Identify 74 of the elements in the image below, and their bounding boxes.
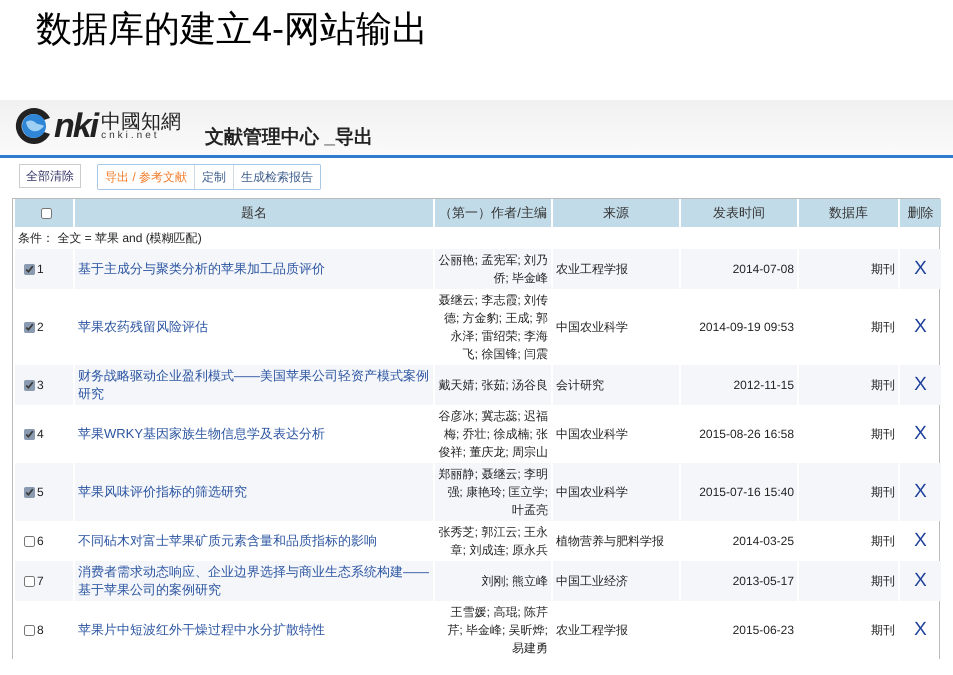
row-number: 7 [37, 574, 44, 588]
logo-domain: cnki.net [101, 131, 160, 141]
delete-link[interactable]: X [914, 374, 927, 394]
row-number: 4 [37, 427, 44, 441]
source-cell-text: 中国农业科学 [555, 426, 629, 443]
date-cell-text: 2015-08-26 16:58 [698, 426, 795, 443]
database-cell-text: 期刊 [870, 319, 896, 336]
page-title: 文献管理中心 _导出 [205, 126, 373, 150]
column-header: 来源 [553, 199, 679, 227]
source-cell: 农业工程学报 [553, 249, 679, 289]
date-cell-text: 2014-03-25 [732, 533, 795, 550]
logo-text: nki [54, 109, 98, 143]
row-number: 3 [37, 378, 44, 392]
row-checkbox[interactable] [24, 380, 35, 392]
date-cell: 2013-05-17 [681, 561, 797, 601]
database-cell: 期刊 [799, 561, 898, 601]
clear-all-button[interactable]: 全部清除 [19, 164, 81, 188]
date-cell-text: 2014-09-19 09:53 [698, 319, 795, 336]
date-cell-text: 2015-06-23 [732, 622, 795, 639]
database-cell-text: 期刊 [870, 622, 896, 639]
article-title-link[interactable]: 苹果片中短波红外干燥过程中水分扩散特性 [78, 621, 430, 639]
column-header: 删除 [900, 199, 941, 227]
source-cell-text: 植物营养与肥料学报 [555, 533, 665, 550]
date-cell: 2014-07-08 [681, 249, 797, 289]
column-header: 数据库 [799, 199, 898, 227]
source-cell: 中国工业经济 [553, 561, 679, 601]
row-number: 8 [37, 623, 44, 637]
delete-link[interactable]: X [914, 422, 927, 444]
logo-text: 中國知網 [101, 111, 182, 131]
source-cell: 中国农业科学 [553, 463, 679, 521]
authors-cell: 刘刚; 熊立峰 [435, 561, 551, 601]
select-all-checkbox[interactable] [40, 208, 52, 220]
column-header: 发表时间 [681, 199, 797, 227]
database-cell-text: 期刊 [870, 426, 896, 443]
search-condition: 条件： 全文 = 苹果 and (模糊匹配) [17, 230, 203, 247]
delete-link[interactable]: X [914, 618, 927, 640]
authors-cell-text: 聂继云; 李志霞; 刘传德; 方金豹; 王成; 郭永泽; 雷绍荣; 李海飞; 徐国锋; 闫震 [438, 292, 549, 363]
source-cell-text: 农业工程学报 [555, 622, 629, 639]
row-number: 1 [37, 262, 44, 276]
slide-title: 数据库的建立4-网站输出 [35, 7, 430, 51]
authors-cell: 郑丽静; 聂继云; 李明强; 康艳玲; 匡立学; 叶孟亮 [435, 463, 551, 521]
date-cell: 2015-07-16 15:40 [681, 463, 797, 521]
database-cell: 期刊 [799, 249, 898, 289]
row-checkbox[interactable] [24, 576, 35, 588]
authors-cell-text: 谷彦冰; 冀志蕊; 迟福梅; 乔壮; 徐成楠; 张俊祥; 董庆龙; 周宗山 [438, 408, 549, 461]
database-cell-text: 期刊 [870, 533, 896, 550]
article-title-link[interactable]: 苹果WRKY基因家族生物信息学及表达分析 [78, 425, 430, 443]
date-cell: 2012-11-15 [681, 365, 797, 405]
delete-link[interactable]: X [914, 480, 927, 502]
row-checkbox[interactable] [24, 429, 35, 440]
article-title-link[interactable]: 不同砧木对富士苹果矿质元素含量和品质指标的影响 [78, 532, 430, 550]
database-cell: 期刊 [799, 463, 898, 521]
authors-cell: 戴天婧; 张茹; 汤谷良 [435, 365, 551, 405]
delete-link[interactable]: X [914, 570, 927, 590]
article-title-link[interactable]: 苹果农药残留风险评估 [78, 318, 430, 336]
row-number: 6 [37, 534, 44, 548]
row-checkbox[interactable] [24, 487, 35, 498]
database-cell: 期刊 [799, 365, 898, 405]
delete-link[interactable]: X [914, 258, 927, 278]
column-header: 题名 [75, 199, 433, 227]
row-checkbox[interactable] [24, 264, 35, 276]
row-checkbox[interactable] [24, 625, 35, 636]
row-checkbox[interactable] [24, 536, 35, 548]
column-header: （第一）作者/主编 [435, 199, 551, 227]
authors-cell: 公丽艳; 孟宪军; 刘乃侨; 毕金峰 [435, 249, 551, 289]
delete-link[interactable]: X [914, 530, 927, 550]
row-checkbox[interactable] [24, 322, 35, 334]
row-number: 5 [37, 485, 44, 499]
row-number: 2 [37, 320, 44, 334]
authors-cell-text: 王雪媛; 高琨; 陈芹芹; 毕金峰; 吴昕烨; 易建勇 [446, 604, 549, 657]
authors-cell-text: 张秀芝; 郭江云; 王永章; 刘成连; 原永兵 [438, 524, 549, 559]
source-cell-text: 中国农业科学 [555, 319, 629, 336]
delete-link[interactable]: X [914, 316, 927, 336]
source-cell: 会计研究 [553, 365, 679, 405]
